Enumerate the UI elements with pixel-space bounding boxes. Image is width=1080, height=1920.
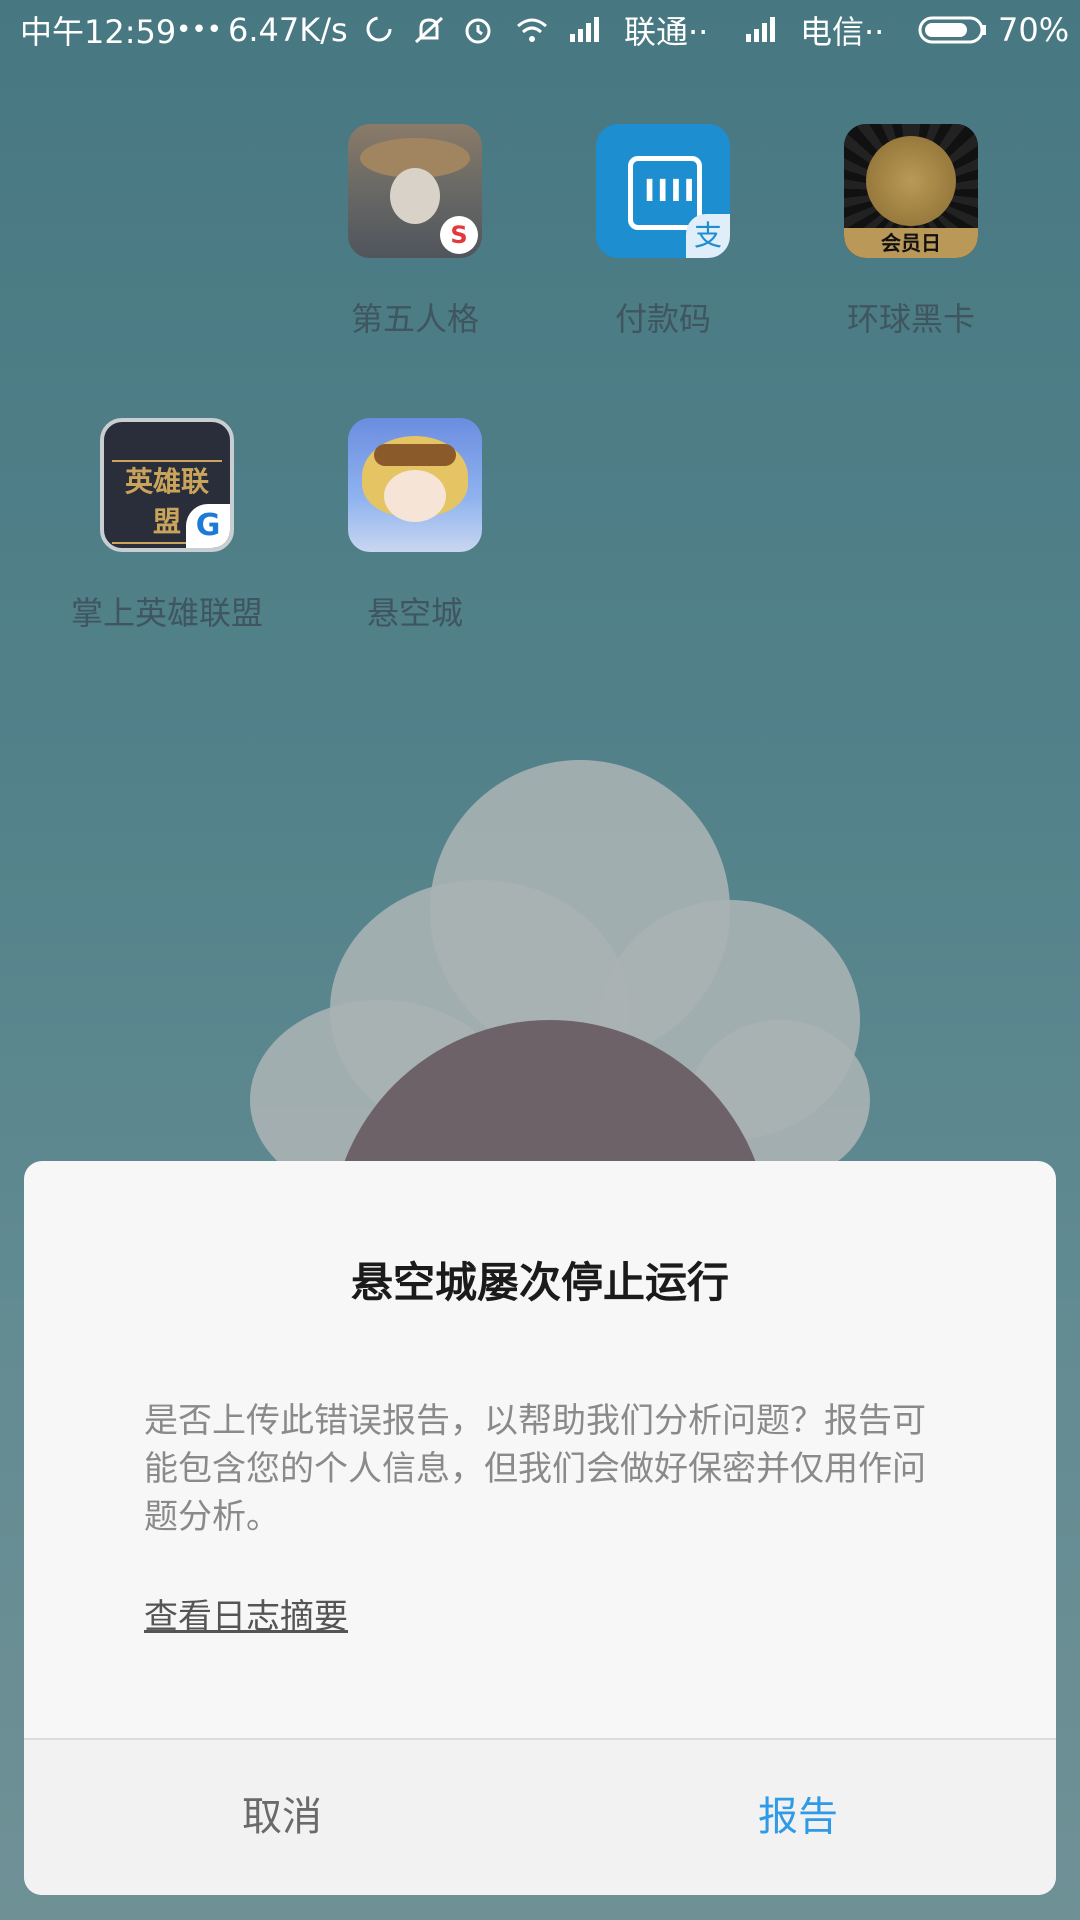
carrier-1: 联通·· (624, 13, 709, 51)
alarm-icon (465, 18, 491, 44)
app-sky-city[interactable]: 悬空城 (315, 418, 515, 634)
sky-city-icon (348, 418, 482, 552)
black-card-icon: 会员日 (844, 124, 978, 258)
app-label: 悬空城 (366, 594, 463, 632)
app-label: 环球黑卡 (846, 300, 975, 338)
view-log-link[interactable]: 查看日志摘要 (144, 1589, 348, 1638)
battery-percent: 70% (998, 11, 1070, 49)
lol-icon: 英雄联盟 G (100, 418, 234, 552)
status-time: 中午12:59 (20, 13, 177, 51)
app-label: 第五人格 (350, 300, 479, 338)
app-identity-v[interactable]: S 第五人格 (315, 124, 515, 340)
identity-v-icon: S (348, 124, 482, 258)
app-paycode[interactable]: IIII 支 付款码 (563, 124, 763, 340)
status-speed: 6.47K/s (228, 11, 348, 49)
dialog-title: 悬空城屡次停止运行 (350, 1258, 729, 1307)
dialog-message: 是否上传此错误报告，以帮助我们分析问题？报告可能包含您的个人信息，但我们会做好保… (144, 1401, 926, 1537)
app-black-card[interactable]: 会员日 环球黑卡 (811, 124, 1011, 340)
battery-icon (918, 16, 986, 44)
signal-icon-1 (570, 17, 599, 42)
dialog-button-bar: 取消 报告 (24, 1740, 1056, 1895)
cancel-button[interactable]: 取消 (24, 1740, 540, 1895)
app-lol[interactable]: 英雄联盟 G 掌上英雄联盟 (67, 418, 267, 634)
signal-icon-2 (746, 17, 775, 42)
app-label: 付款码 (614, 300, 711, 338)
mute-icon (414, 16, 444, 44)
sync-icon (366, 16, 392, 42)
crash-dialog: 悬空城屡次停止运行 是否上传此错误报告，以帮助我们分析问题？报告可能包含您的个人… (24, 1161, 1056, 1895)
wifi-icon (517, 18, 547, 42)
carrier-2: 电信·· (800, 13, 885, 51)
status-bar: 中午12:59 ••• 6.47K/s 联通·· 电信·· 70% (0, 0, 1080, 60)
app-label: 掌上英雄联盟 (70, 594, 263, 632)
report-button[interactable]: 报告 (540, 1740, 1056, 1895)
alipay-paycode-icon: IIII 支 (596, 124, 730, 258)
status-more: ••• (176, 15, 223, 45)
